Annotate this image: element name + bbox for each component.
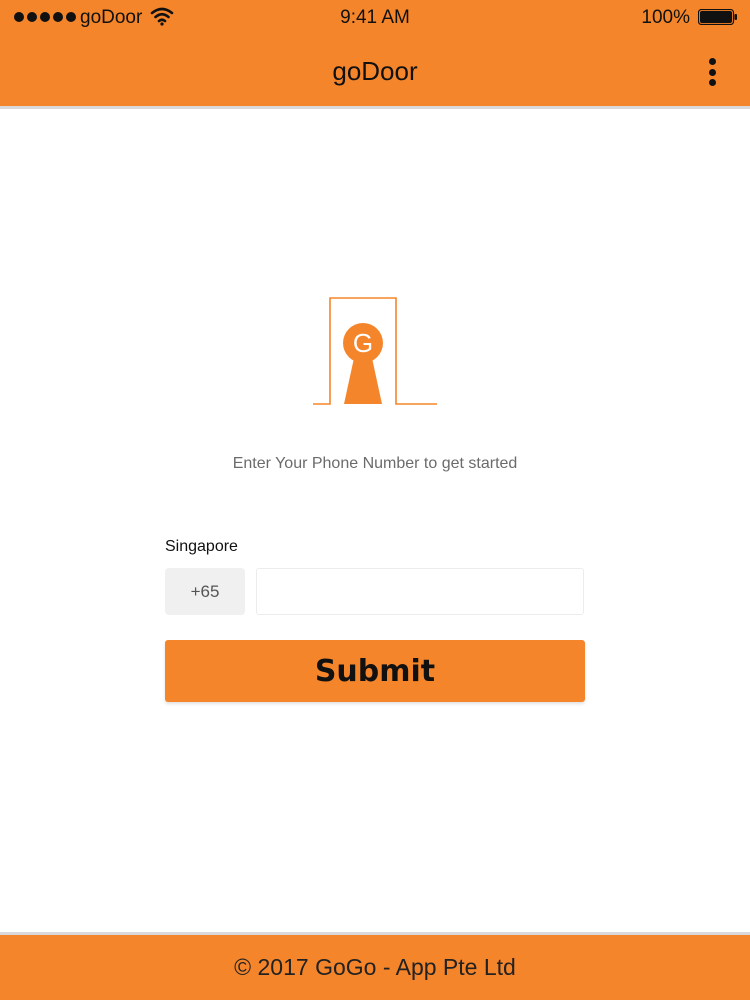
page-title: goDoor <box>332 56 418 86</box>
tagline: Enter Your Phone Number to get started <box>232 455 518 472</box>
status-time: 9:41 AM <box>340 7 410 28</box>
battery-icon <box>698 9 737 25</box>
country-label[interactable]: Singapore <box>165 538 238 556</box>
top-bar: goDoor 9:41 AM 100% goDoor <box>0 0 750 109</box>
battery-percentage: 100% <box>641 7 690 28</box>
logo-letter: G <box>353 328 373 358</box>
page: goDoor 9:41 AM 100% goDoor G Enter Your … <box>0 0 750 1000</box>
footer: © 2017 GoGo - App Pte Ltd <box>0 932 750 1000</box>
dial-code-selector[interactable]: +65 <box>165 568 245 615</box>
submit-button[interactable]: Submit <box>165 640 585 702</box>
door-keyhole-logo: G <box>313 297 437 405</box>
status-bar: goDoor 9:41 AM 100% <box>0 0 750 36</box>
phone-number-input[interactable] <box>256 568 584 615</box>
footer-copyright: © 2017 GoGo - App Pte Ltd <box>234 954 516 980</box>
more-vertical-icon[interactable] <box>708 58 716 86</box>
